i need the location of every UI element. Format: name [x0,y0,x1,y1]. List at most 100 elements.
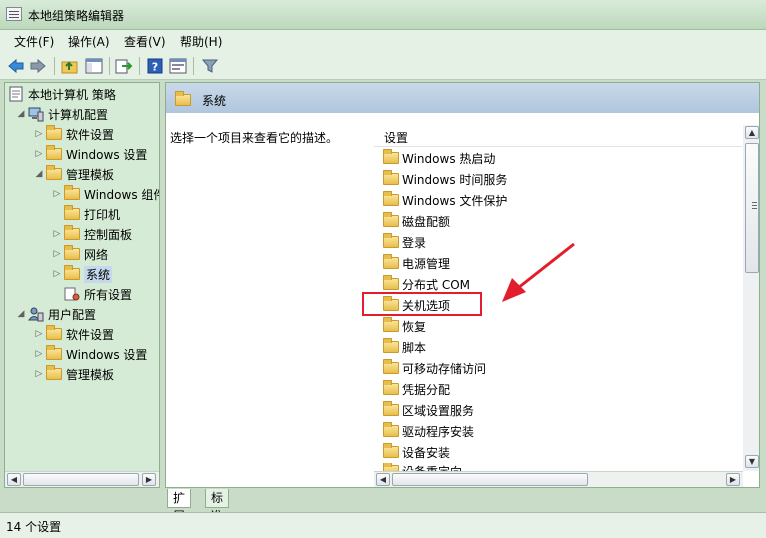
list-item[interactable]: 设备重定向 [382,463,462,471]
folder-icon [382,233,400,250]
folder-icon [45,345,63,362]
tree-item-label: 软件设置 [66,127,115,142]
tree-item-label: 所有设置 [84,287,133,302]
collapse-arrow-icon[interactable]: ▷ [51,269,63,279]
list-item[interactable]: Windows 文件保护 [382,190,507,210]
tree-item-label: 控制面板 [84,227,133,242]
list-item[interactable]: 驱动程序安装 [382,421,474,441]
collapse-arrow-icon[interactable]: ▷ [51,189,63,199]
list-vertical-scrollbar[interactable]: ▲ ▼ [743,125,759,471]
up-folder-icon[interactable] [60,56,80,76]
scrollbar-thumb[interactable] [745,143,759,273]
tree-item-label: Windows 设置 [66,147,148,162]
column-header-label: 设置 [384,131,409,145]
toolbar-separator [139,57,140,75]
expand-arrow-icon[interactable]: ◢ [15,309,27,319]
tree-item-local-computer-policy[interactable]: 本地计算机 策略 [7,84,116,104]
tree-item-label: 用户配置 [48,307,97,322]
collapse-arrow-icon[interactable]: ▷ [33,149,45,159]
folder-icon [382,275,400,292]
menu-view[interactable]: 查看(V) [124,33,166,50]
folder-icon [382,443,400,460]
filter-icon[interactable] [200,56,220,76]
list-item[interactable]: 电源管理 [382,253,450,273]
forward-icon[interactable] [28,56,48,76]
menu-help[interactable]: 帮助(H) [180,33,222,50]
tree-item-label: 本地计算机 策略 [28,87,116,102]
tab-extended[interactable]: 扩展 [167,489,192,523]
tree-item-user-windows-settings[interactable]: ▷ Windows 设置 [33,344,147,364]
list-item[interactable]: Windows 时间服务 [382,169,507,189]
tree-item-all-settings[interactable]: 所有设置 [51,284,132,304]
collapse-arrow-icon[interactable]: ▷ [33,129,45,139]
scroll-down-icon[interactable]: ▼ [745,455,759,468]
folder-icon [382,401,400,418]
collapse-arrow-icon[interactable]: ▷ [51,229,63,239]
column-header-setting[interactable]: 设置 [374,125,742,147]
tree-item-windows-components[interactable]: ▷ Windows 组件 [51,184,160,204]
list-item[interactable]: 磁盘配额 [382,211,450,231]
scroll-right-icon[interactable]: ▶ [726,473,740,486]
scroll-left-icon[interactable]: ◀ [7,473,21,486]
folder-icon [382,149,400,166]
tree-item-software-settings[interactable]: ▷ 软件设置 [33,124,114,144]
tree-item-computer-config[interactable]: ◢ 计算机配置 [15,104,108,124]
list-item[interactable]: 设备安装 [382,442,450,462]
properties-icon[interactable] [168,56,188,76]
description-pane: 选择一个项目来查看它的描述。 [166,113,374,487]
folder-icon [63,205,81,222]
tree-item-network[interactable]: ▷ 网络 [51,244,108,264]
tree-item-label: 打印机 [84,207,121,222]
collapse-arrow-icon[interactable]: ▷ [51,249,63,259]
folder-icon [63,265,81,282]
list-item[interactable]: 登录 [382,232,426,252]
menu-bar: 文件(F) 操作(A) 查看(V) 帮助(H) [0,30,766,52]
export-list-icon[interactable] [114,56,134,76]
list-item[interactable]: 分布式 COM [382,274,470,294]
tree-item-label: Windows 组件 [84,187,160,202]
menu-file[interactable]: 文件(F) [14,33,54,50]
tree-item-admin-templates[interactable]: ◢ 管理模板 [33,164,114,184]
tree-item-user-config[interactable]: ◢ 用户配置 [15,304,96,324]
menu-action[interactable]: 操作(A) [68,33,110,50]
annotation-highlight-box [362,292,482,316]
expand-arrow-icon[interactable]: ◢ [15,109,27,119]
title-bar: 本地组策略编辑器 [0,0,766,30]
tree-item-windows-settings[interactable]: ▷ Windows 设置 [33,144,147,164]
list-horizontal-scrollbar[interactable]: ◀ ▶ [374,471,743,487]
tree-item-label: 网络 [84,247,109,262]
scrollbar-thumb[interactable] [23,473,139,486]
folder-icon [45,325,63,342]
scroll-right-icon[interactable]: ▶ [142,473,156,486]
folder-icon [45,145,63,162]
list-item[interactable]: 区域设置服务 [382,400,474,420]
tree-item-user-admin-templates[interactable]: ▷ 管理模板 [33,364,114,384]
scroll-left-icon[interactable]: ◀ [376,473,390,486]
app-icon [6,7,22,21]
collapse-arrow-icon[interactable]: ▷ [33,349,45,359]
tree-item-system[interactable]: ▷ 系统 [51,264,113,284]
show-hide-tree-icon[interactable] [84,56,104,76]
toolbar-separator [109,57,110,75]
list-item[interactable]: 脚本 [382,337,426,357]
collapse-arrow-icon[interactable]: ▷ [33,369,45,379]
help-icon[interactable]: ? [145,56,165,76]
tree-item-user-software-settings[interactable]: ▷ 软件设置 [33,324,114,344]
expand-arrow-icon[interactable]: ◢ [33,169,45,179]
scrollbar-thumb[interactable] [392,473,588,486]
tab-standard[interactable]: 标准 [205,489,230,523]
tree-horizontal-scrollbar[interactable]: ◀ ▶ [5,471,159,487]
list-item[interactable]: Windows 热启动 [382,148,495,168]
tree-item-label: 计算机配置 [48,107,109,122]
tree-item-printers[interactable]: 打印机 [51,204,120,224]
list-item[interactable]: 凭据分配 [382,379,450,399]
list-item[interactable]: 恢复 [382,316,426,336]
collapse-arrow-icon[interactable]: ▷ [33,329,45,339]
back-icon[interactable] [6,56,26,76]
scroll-up-icon[interactable]: ▲ [745,126,759,139]
list-item[interactable]: 可移动存储访问 [382,358,486,378]
tree-item-control-panel[interactable]: ▷ 控制面板 [51,224,132,244]
folder-icon [382,380,400,397]
folder-icon [45,125,63,142]
folder-icon [45,165,63,182]
